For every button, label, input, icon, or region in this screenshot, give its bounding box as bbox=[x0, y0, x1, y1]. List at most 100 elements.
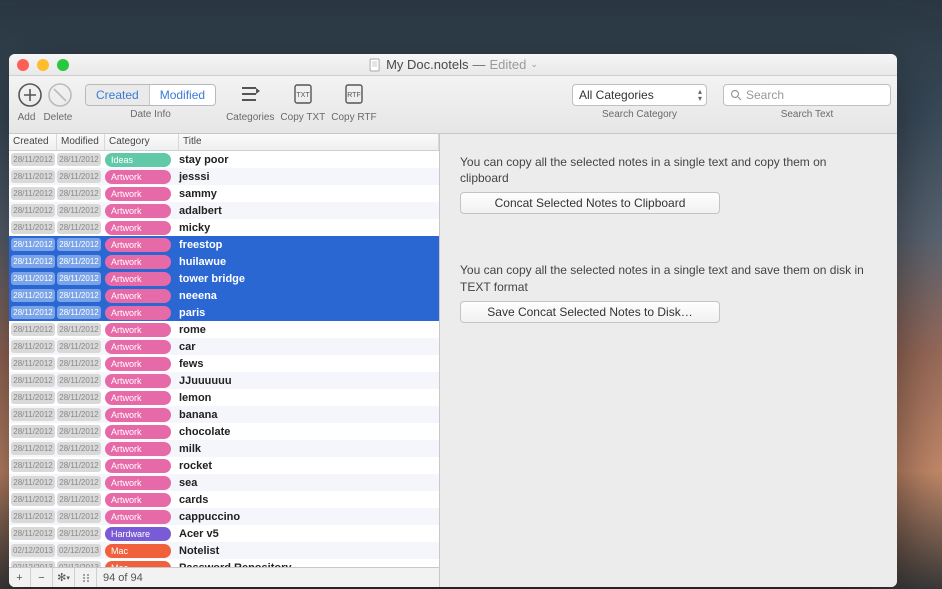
copy-txt-button[interactable]: TXT bbox=[288, 80, 318, 110]
col-modified[interactable]: Modified bbox=[57, 134, 105, 150]
created-date: 28/11/2012 bbox=[11, 289, 55, 302]
modified-date: 28/11/2012 bbox=[57, 238, 101, 251]
table-row[interactable]: 28/11/201228/11/2012Artworkcappuccino bbox=[9, 508, 439, 525]
date-info-label: Date Info bbox=[130, 109, 171, 120]
note-title: stay poor bbox=[179, 154, 229, 166]
created-date: 28/11/2012 bbox=[11, 187, 55, 200]
modified-date: 28/11/2012 bbox=[57, 221, 101, 234]
zoom-window-button[interactable] bbox=[57, 59, 69, 71]
copy-txt-label: Copy TXT bbox=[280, 112, 325, 123]
created-date: 02/12/2013 bbox=[11, 544, 55, 557]
note-title: milk bbox=[179, 443, 201, 455]
category-pill: Hardware bbox=[105, 527, 171, 541]
note-title: sea bbox=[179, 477, 197, 489]
category-pill: Artwork bbox=[105, 187, 171, 201]
note-title: Acer v5 bbox=[179, 528, 219, 540]
created-date: 28/11/2012 bbox=[11, 527, 55, 540]
col-title[interactable]: Title bbox=[179, 134, 439, 150]
document-icon bbox=[368, 58, 382, 72]
table-row[interactable]: 28/11/201228/11/2012Artworkadalbert bbox=[9, 202, 439, 219]
modified-date: 28/11/2012 bbox=[57, 527, 101, 540]
category-pill: Artwork bbox=[105, 238, 171, 252]
created-date: 28/11/2012 bbox=[11, 442, 55, 455]
categories-button[interactable] bbox=[235, 80, 265, 110]
notes-table: Created Modified Category Title 28/11/20… bbox=[9, 134, 440, 587]
footer-action-menu[interactable]: ✻▾ bbox=[53, 568, 75, 588]
modified-date: 28/11/2012 bbox=[57, 459, 101, 472]
add-button[interactable] bbox=[15, 80, 45, 110]
concat-copy-button[interactable]: Concat Selected Notes to Clipboard bbox=[460, 192, 720, 214]
created-date: 28/11/2012 bbox=[11, 204, 55, 217]
table-row[interactable]: 28/11/201228/11/2012Artworktower bridge bbox=[9, 270, 439, 287]
seg-created[interactable]: Created bbox=[86, 85, 149, 105]
modified-date: 28/11/2012 bbox=[57, 425, 101, 438]
search-input[interactable]: Search bbox=[723, 84, 891, 106]
table-row[interactable]: 28/11/201228/11/2012Artworkfreestop bbox=[9, 236, 439, 253]
window-title[interactable]: My Doc.notels — Edited ⌄ bbox=[368, 57, 538, 72]
table-row[interactable]: 28/11/201228/11/2012Artworkmilk bbox=[9, 440, 439, 457]
created-date: 28/11/2012 bbox=[11, 459, 55, 472]
footer-add-button[interactable]: + bbox=[9, 568, 31, 588]
category-filter-combo[interactable]: All Categories ▴▾ bbox=[572, 84, 707, 106]
delete-button[interactable] bbox=[45, 80, 75, 110]
category-pill: Artwork bbox=[105, 493, 171, 507]
category-pill: Artwork bbox=[105, 459, 171, 473]
copy-rtf-label: Copy RTF bbox=[331, 112, 376, 123]
modified-date: 28/11/2012 bbox=[57, 289, 101, 302]
minimize-window-button[interactable] bbox=[37, 59, 49, 71]
note-title: chocolate bbox=[179, 426, 230, 438]
table-row[interactable]: 28/11/201228/11/2012Artworklemon bbox=[9, 389, 439, 406]
created-date: 28/11/2012 bbox=[11, 272, 55, 285]
created-date: 28/11/2012 bbox=[11, 510, 55, 523]
category-pill: Ideas bbox=[105, 153, 171, 167]
table-row[interactable]: 28/11/201228/11/2012Artworkmicky bbox=[9, 219, 439, 236]
table-row[interactable]: 28/11/201228/11/2012Artworkparis bbox=[9, 304, 439, 321]
modified-date: 28/11/2012 bbox=[57, 255, 101, 268]
table-row[interactable]: 28/11/201228/11/2012Artworksea bbox=[9, 474, 439, 491]
table-row[interactable]: 28/11/201228/11/2012Artworkjesssi bbox=[9, 168, 439, 185]
category-pill: Artwork bbox=[105, 221, 171, 235]
modified-date: 28/11/2012 bbox=[57, 374, 101, 387]
col-category[interactable]: Category bbox=[105, 134, 179, 150]
table-row[interactable]: 28/11/201228/11/2012Artworkneeena bbox=[9, 287, 439, 304]
table-row[interactable]: 28/11/201228/11/2012 Hardware Acer v5 bbox=[9, 525, 439, 542]
close-window-button[interactable] bbox=[17, 59, 29, 71]
table-row[interactable]: 28/11/201228/11/2012Artworkcards bbox=[9, 491, 439, 508]
footer-drag-handle[interactable] bbox=[75, 568, 97, 588]
category-pill: Artwork bbox=[105, 425, 171, 439]
concat-save-button[interactable]: Save Concat Selected Notes to Disk… bbox=[460, 301, 720, 323]
category-pill: Artwork bbox=[105, 306, 171, 320]
col-created[interactable]: Created bbox=[9, 134, 57, 150]
created-date: 28/11/2012 bbox=[11, 374, 55, 387]
category-pill: Artwork bbox=[105, 408, 171, 422]
table-row[interactable]: 28/11/201228/11/2012Artworkfews bbox=[9, 355, 439, 372]
table-row[interactable]: 28/11/201228/11/2012 Artwork chocolate bbox=[9, 423, 439, 440]
delete-label: Delete bbox=[43, 112, 72, 123]
table-row[interactable]: 28/11/201228/11/2012Artworksammy bbox=[9, 185, 439, 202]
note-title: lemon bbox=[179, 392, 211, 404]
note-title: tower bridge bbox=[179, 273, 245, 285]
note-title: rome bbox=[179, 324, 206, 336]
note-title: cappuccino bbox=[179, 511, 240, 523]
table-row[interactable]: 28/11/201228/11/2012Artworkcar bbox=[9, 338, 439, 355]
categories-label: Categories bbox=[226, 112, 274, 123]
table-body[interactable]: 28/11/201228/11/2012Ideasstay poor28/11/… bbox=[9, 151, 439, 567]
table-row[interactable]: 28/11/201228/11/2012Artworkbanana bbox=[9, 406, 439, 423]
modified-date: 28/11/2012 bbox=[57, 357, 101, 370]
table-row[interactable]: 28/11/201228/11/2012ArtworkJJuuuuuu bbox=[9, 372, 439, 389]
footer-remove-button[interactable]: − bbox=[31, 568, 53, 588]
created-date: 28/11/2012 bbox=[11, 425, 55, 438]
table-row[interactable]: 28/11/201228/11/2012Artworkrocket bbox=[9, 457, 439, 474]
table-row[interactable]: 28/11/201228/11/2012Ideasstay poor bbox=[9, 151, 439, 168]
seg-modified[interactable]: Modified bbox=[149, 85, 215, 105]
table-row[interactable]: 28/11/201228/11/2012Artworkrome bbox=[9, 321, 439, 338]
copy-rtf-button[interactable]: RTF bbox=[339, 80, 369, 110]
modified-date: 28/11/2012 bbox=[57, 493, 101, 506]
note-title: paris bbox=[179, 307, 205, 319]
created-date: 28/11/2012 bbox=[11, 306, 55, 319]
table-row[interactable]: 28/11/201228/11/2012Artworkhuilawue bbox=[9, 253, 439, 270]
created-date: 28/11/2012 bbox=[11, 323, 55, 336]
table-row[interactable]: 02/12/201302/12/2013MacNotelist bbox=[9, 542, 439, 559]
search-text-label: Search Text bbox=[781, 109, 834, 120]
table-row[interactable]: 02/12/201302/12/2013MacPassword Reposito… bbox=[9, 559, 439, 567]
